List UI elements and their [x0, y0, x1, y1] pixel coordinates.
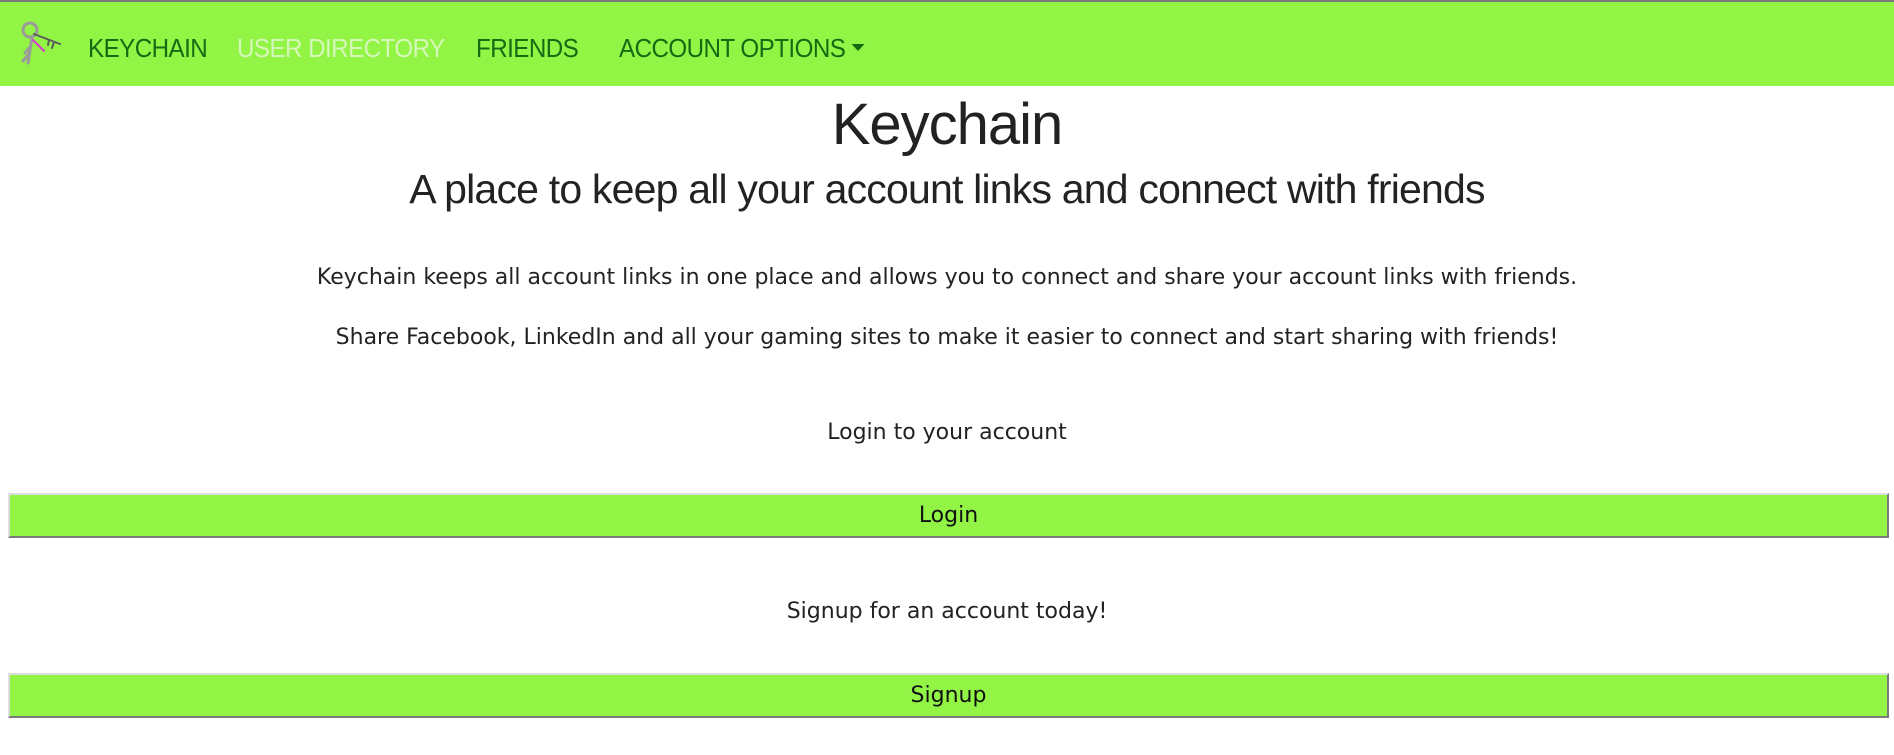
nav-friends-link[interactable]: FRIENDS — [476, 32, 579, 64]
signup-prompt: Signup for an account today! — [786, 599, 1108, 624]
caret-down-icon — [851, 44, 865, 51]
login-prompt: Login to your account — [827, 420, 1067, 445]
description-paragraph-2: Share Facebook, LinkedIn and all your ga… — [335, 325, 1559, 350]
signup-button[interactable]: Signup — [8, 673, 1889, 718]
nav-user-directory-link[interactable]: USER DIRECTORY — [237, 32, 445, 64]
nav-account-options-dropdown[interactable]: ACCOUNT OPTIONS — [619, 32, 865, 64]
account-options-label: ACCOUNT OPTIONS — [619, 33, 846, 63]
page-title: Keychain — [831, 92, 1064, 157]
nav-brand-link[interactable]: KEYCHAIN — [88, 32, 208, 64]
top-navbar: KEYCHAIN USER DIRECTORY FRIENDS ACCOUNT … — [0, 0, 1894, 86]
login-button[interactable]: Login — [8, 493, 1889, 538]
description-paragraph-1: Keychain keeps all account links in one … — [316, 265, 1578, 290]
key-icon[interactable] — [20, 20, 66, 68]
page-subtitle: A place to keep all your account links a… — [409, 166, 1485, 212]
